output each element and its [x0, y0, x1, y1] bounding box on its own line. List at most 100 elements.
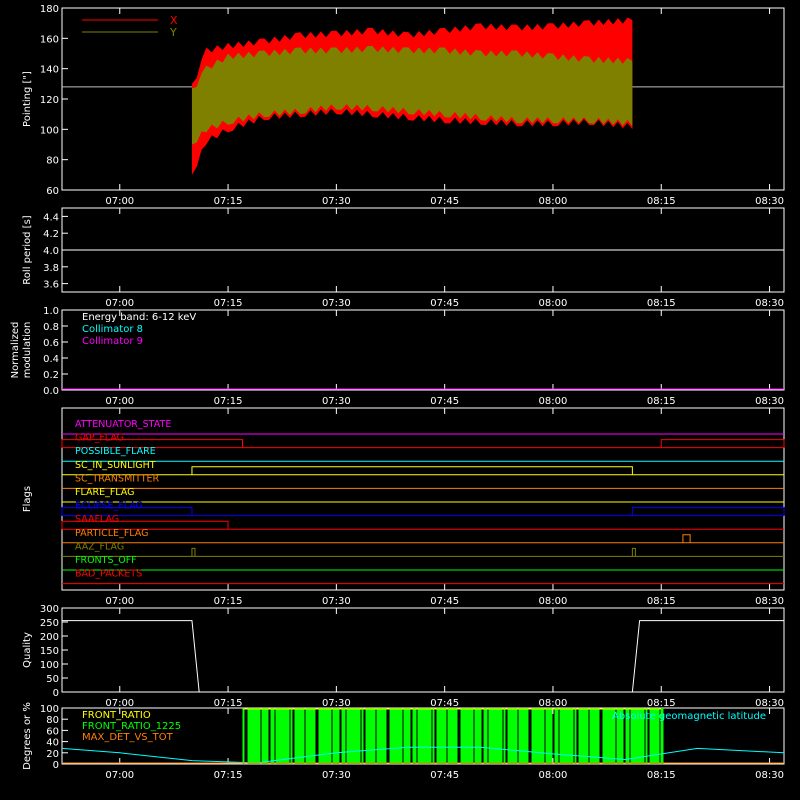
quality-ytick-label: 100	[40, 660, 59, 671]
ratio-bar	[290, 708, 293, 764]
ratio-ytick-label: 100	[40, 704, 59, 715]
roll-xtick-label: 07:45	[430, 298, 459, 309]
pointing-ytick-label: 120	[40, 95, 59, 106]
ratio-xtick-label: 08:00	[539, 770, 568, 781]
ratio-bar	[518, 708, 522, 764]
ratio-bar	[355, 708, 361, 764]
ratio-xtick-label: 08:30	[755, 770, 784, 781]
pointing-ytick-label: 160	[40, 34, 59, 45]
flag-label: GAP_FLAG	[75, 433, 124, 444]
modulation-ylabel: modulation	[22, 322, 33, 379]
modulation-ytick-label: 0.4	[43, 354, 59, 365]
roll-ylabel: Roll period [s]	[22, 215, 33, 284]
ratio-bar	[332, 708, 338, 764]
modulation-ylabel: Normalized	[10, 322, 21, 379]
ratio-bar	[247, 708, 252, 764]
ratio-bar	[460, 708, 465, 764]
quality-xtick-label: 07:45	[430, 698, 459, 709]
ratio-bar	[589, 708, 593, 764]
modulation-xtick-label: 07:30	[322, 396, 351, 407]
ratio-xtick-label: 07:00	[105, 770, 134, 781]
ratio-ytick-label: 40	[46, 738, 59, 749]
ratio-bar	[318, 708, 323, 764]
ratio-bar	[376, 708, 380, 764]
ratio-bar	[503, 708, 506, 764]
modulation-legend-label: Collimator 8	[82, 324, 143, 335]
ratio-bar	[565, 708, 569, 764]
flag-label: SC_IN_SUNLIGHT	[75, 460, 156, 471]
ratio-bar	[545, 708, 551, 764]
ratio-bar	[270, 708, 275, 764]
pointing-ylabel: Pointing ["]	[22, 71, 33, 127]
ratio-bar	[464, 708, 471, 764]
quality-ytick-label: 50	[46, 674, 59, 685]
modulation-xtick-label: 07:00	[105, 396, 134, 407]
flags-xtick-label: 08:15	[647, 596, 676, 607]
pointing-xtick-label: 07:30	[322, 196, 351, 207]
ratio-bar	[497, 708, 503, 764]
ratio-bar	[346, 708, 353, 764]
ratio-bar	[602, 708, 607, 764]
quality-ytick-label: 200	[40, 632, 59, 643]
figure: 6080100120140160180Pointing ["]07:00 07:1…	[0, 0, 800, 800]
ratio-legend-label: FRONT_RATIO	[82, 710, 151, 721]
ratio-bar	[389, 708, 394, 764]
ratio-bar	[531, 708, 536, 764]
roll-xtick-label: 07:30	[322, 298, 351, 309]
ratio-legend-label: FRONT_RATIO_1225	[82, 721, 181, 732]
flag-label: PARTICLE_FLAG	[75, 528, 148, 539]
pointing-ytick-label: 80	[46, 156, 59, 167]
ratio-bar	[423, 708, 427, 764]
ratio-bar	[322, 708, 329, 764]
ratio-bar	[550, 708, 553, 764]
ratio-bar	[361, 708, 364, 764]
ratio-bar	[447, 708, 451, 764]
ratio-bar	[284, 708, 290, 764]
pointing-xtick-label: 07:00	[105, 196, 134, 207]
ratio-bar	[257, 708, 261, 764]
ratio-bar	[384, 708, 387, 764]
flag-label: SAAFLAG	[75, 514, 119, 525]
roll-ytick-label: 4.2	[43, 229, 59, 240]
flag-label: POSSIBLE_FLARE	[75, 446, 156, 457]
modulation-ytick-label: 0.0	[43, 386, 59, 397]
quality-xtick-label: 07:15	[214, 698, 243, 709]
ratio-bar	[426, 708, 432, 764]
modulation-legend-label: Collimator 9	[82, 336, 143, 347]
ratio-bar	[294, 708, 299, 764]
ratio-bar	[526, 708, 529, 764]
modulation-xtick-label: 08:15	[647, 396, 676, 407]
flags-xtick-label: 07:30	[322, 596, 351, 607]
ratio-ytick-label: 20	[46, 749, 59, 760]
flag-label: AAZ_FLAG	[75, 541, 124, 552]
quality-xtick-label: 08:15	[647, 698, 676, 709]
flags-xtick-label: 07:15	[214, 596, 243, 607]
roll-xtick-label: 07:00	[105, 298, 134, 309]
quality-xtick-label: 08:00	[539, 698, 568, 709]
flags-xtick-label: 08:00	[539, 596, 568, 607]
ratio-bar	[436, 708, 441, 764]
roll-ytick-label: 4.0	[43, 246, 59, 257]
pointing-xtick-label: 07:45	[430, 196, 459, 207]
pointing-xtick-label: 07:15	[214, 196, 243, 207]
roll-xtick-label: 08:30	[755, 298, 784, 309]
pointing-legend-label: Y	[169, 26, 177, 39]
flag-label: BAD_PACKETS	[75, 569, 142, 580]
ratio-bar	[328, 708, 332, 764]
ratio-bar	[266, 708, 269, 764]
ratio-ylabel: Degrees or %	[22, 702, 33, 770]
pointing-xtick-label: 08:15	[647, 196, 676, 207]
ratio-bar	[474, 708, 480, 764]
ratio-bar	[592, 708, 598, 764]
ratio-bar	[352, 708, 356, 764]
ratio-bar	[470, 708, 474, 764]
flags-xtick-label: 07:45	[430, 596, 459, 607]
ratio-bar	[455, 708, 458, 764]
flag-label: ATTENUATOR_STATE	[75, 419, 171, 430]
quality-ytick-label: 0	[53, 688, 59, 699]
ratio-bar	[261, 708, 267, 764]
ratio-xtick-label: 07:30	[322, 770, 351, 781]
pointing-ytick-label: 140	[40, 65, 59, 76]
ratio-annotation: Absolute geomagnetic latitude	[612, 711, 766, 722]
quality-ylabel: Quality	[22, 632, 33, 668]
